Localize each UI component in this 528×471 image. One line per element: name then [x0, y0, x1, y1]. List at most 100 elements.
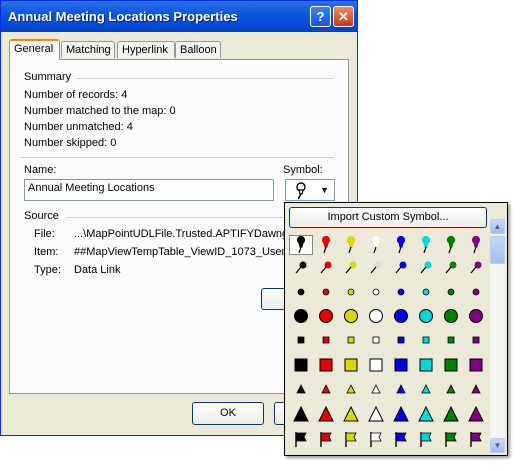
tack-symbol-7[interactable]	[439, 258, 463, 278]
ok-button[interactable]: OK	[192, 402, 264, 425]
triangle-small-symbol-5[interactable]	[389, 379, 413, 399]
triangle-large-symbol-4[interactable]	[364, 404, 388, 424]
pushpin-icon	[371, 235, 381, 254]
dot-small-symbol-3[interactable]	[339, 282, 363, 302]
square-large-symbol-4[interactable]	[364, 355, 388, 375]
flag-icon	[345, 432, 357, 447]
triangle-large-symbol-6[interactable]	[414, 404, 438, 424]
triangle-small-icon	[471, 384, 481, 394]
pushpin-icon	[296, 235, 306, 254]
pushpin-symbol-8[interactable]	[464, 235, 488, 255]
symbol-dropdown[interactable]: ▼	[285, 179, 335, 201]
square-large-symbol-1[interactable]	[289, 355, 313, 375]
triangle-small-symbol-6[interactable]	[414, 379, 438, 399]
square-large-symbol-2[interactable]	[314, 355, 338, 375]
flag-symbol-3[interactable]	[339, 429, 363, 449]
triangle-large-symbol-1[interactable]	[289, 404, 313, 424]
pushpin-icon	[321, 235, 331, 254]
pushpin-symbol-2[interactable]	[314, 235, 338, 255]
dot-large-symbol-2[interactable]	[314, 306, 338, 326]
dot-large-symbol-5[interactable]	[389, 306, 413, 326]
tack-symbol-1[interactable]	[289, 258, 313, 278]
pushpin-symbol-6[interactable]	[414, 235, 438, 255]
chevron-down-icon[interactable]: ▼	[316, 181, 333, 199]
dot-large-icon	[394, 309, 408, 323]
square-large-symbol-7[interactable]	[439, 355, 463, 375]
square-small-symbol-1[interactable]	[289, 330, 313, 350]
dot-large-symbol-4[interactable]	[364, 306, 388, 326]
help-button[interactable]: ?	[310, 6, 331, 27]
pushpin-symbol-4[interactable]	[364, 235, 388, 255]
dot-small-symbol-8[interactable]	[464, 282, 488, 302]
dot-small-symbol-6[interactable]	[414, 282, 438, 302]
triangle-large-symbol-5[interactable]	[389, 404, 413, 424]
dot-small-symbol-2[interactable]	[314, 282, 338, 302]
triangle-small-symbol-3[interactable]	[339, 379, 363, 399]
square-small-symbol-8[interactable]	[464, 330, 488, 350]
square-small-symbol-5[interactable]	[389, 330, 413, 350]
flag-symbol-5[interactable]	[389, 429, 413, 449]
triangle-small-symbol-8[interactable]	[464, 379, 488, 399]
square-small-symbol-6[interactable]	[414, 330, 438, 350]
dot-small-symbol-5[interactable]	[389, 282, 413, 302]
dot-large-symbol-8[interactable]	[464, 306, 488, 326]
tack-symbol-3[interactable]	[339, 258, 363, 278]
close-button[interactable]: ✕	[333, 6, 354, 27]
triangle-small-symbol-7[interactable]	[439, 379, 463, 399]
triangle-large-symbol-2[interactable]	[314, 404, 338, 424]
scroll-down-button[interactable]: ▼	[490, 438, 505, 453]
square-small-symbol-3[interactable]	[339, 330, 363, 350]
flag-symbol-1[interactable]	[289, 429, 313, 449]
tack-symbol-5[interactable]	[389, 258, 413, 278]
dot-large-symbol-6[interactable]	[414, 306, 438, 326]
scroll-thumb[interactable]	[490, 236, 505, 264]
square-large-symbol-5[interactable]	[389, 355, 413, 375]
tack-symbol-4[interactable]	[364, 258, 388, 278]
square-small-symbol-2[interactable]	[314, 330, 338, 350]
pushpin-symbol-5[interactable]	[389, 235, 413, 255]
flag-symbol-7[interactable]	[439, 429, 463, 449]
flag-symbol-8[interactable]	[464, 429, 488, 449]
pushpin-symbol-1[interactable]	[289, 235, 313, 255]
triangle-small-icon	[421, 384, 431, 394]
name-field[interactable]: Annual Meeting Locations	[24, 179, 274, 201]
dot-small-symbol-1[interactable]	[289, 282, 313, 302]
pushpin-symbol-3[interactable]	[339, 235, 363, 255]
import-custom-symbol-button[interactable]: Import Custom Symbol...	[289, 207, 487, 228]
dot-large-symbol-3[interactable]	[339, 306, 363, 326]
tab-matching[interactable]: Matching	[61, 41, 115, 58]
title-bar[interactable]: Annual Meeting Locations Properties ? ✕	[1, 1, 357, 32]
flag-symbol-6[interactable]	[414, 429, 438, 449]
square-small-symbol-7[interactable]	[439, 330, 463, 350]
scroll-up-button[interactable]: ▲	[490, 219, 505, 234]
tab-hyperlink[interactable]: Hyperlink	[117, 41, 175, 58]
triangle-large-symbol-7[interactable]	[439, 404, 463, 424]
triangle-large-symbol-3[interactable]	[339, 404, 363, 424]
dot-large-symbol-1[interactable]	[289, 306, 313, 326]
tack-symbol-2[interactable]	[314, 258, 338, 278]
flag-symbol-2[interactable]	[314, 429, 338, 449]
tab-general[interactable]: General	[9, 39, 60, 60]
triangle-large-icon	[293, 405, 309, 422]
skipped-count: Number skipped: 0	[24, 137, 117, 149]
triangle-small-symbol-1[interactable]	[289, 379, 313, 399]
square-large-icon	[444, 358, 458, 372]
square-small-symbol-4[interactable]	[364, 330, 388, 350]
triangle-small-symbol-4[interactable]	[364, 379, 388, 399]
pushpin-symbol-7[interactable]	[439, 235, 463, 255]
triangle-small-symbol-2[interactable]	[314, 379, 338, 399]
picker-scrollbar[interactable]: ▲ ▼	[490, 219, 505, 453]
tab-balloon[interactable]: Balloon	[175, 41, 221, 58]
dot-small-symbol-7[interactable]	[439, 282, 463, 302]
triangle-large-icon	[343, 405, 359, 422]
tack-symbol-6[interactable]	[414, 258, 438, 278]
flag-symbol-4[interactable]	[364, 429, 388, 449]
square-large-symbol-6[interactable]	[414, 355, 438, 375]
window-title: Annual Meeting Locations Properties	[8, 9, 238, 24]
square-large-symbol-8[interactable]	[464, 355, 488, 375]
dot-small-symbol-4[interactable]	[364, 282, 388, 302]
triangle-large-symbol-8[interactable]	[464, 404, 488, 424]
square-large-symbol-3[interactable]	[339, 355, 363, 375]
tack-symbol-8[interactable]	[464, 258, 488, 278]
dot-large-symbol-7[interactable]	[439, 306, 463, 326]
